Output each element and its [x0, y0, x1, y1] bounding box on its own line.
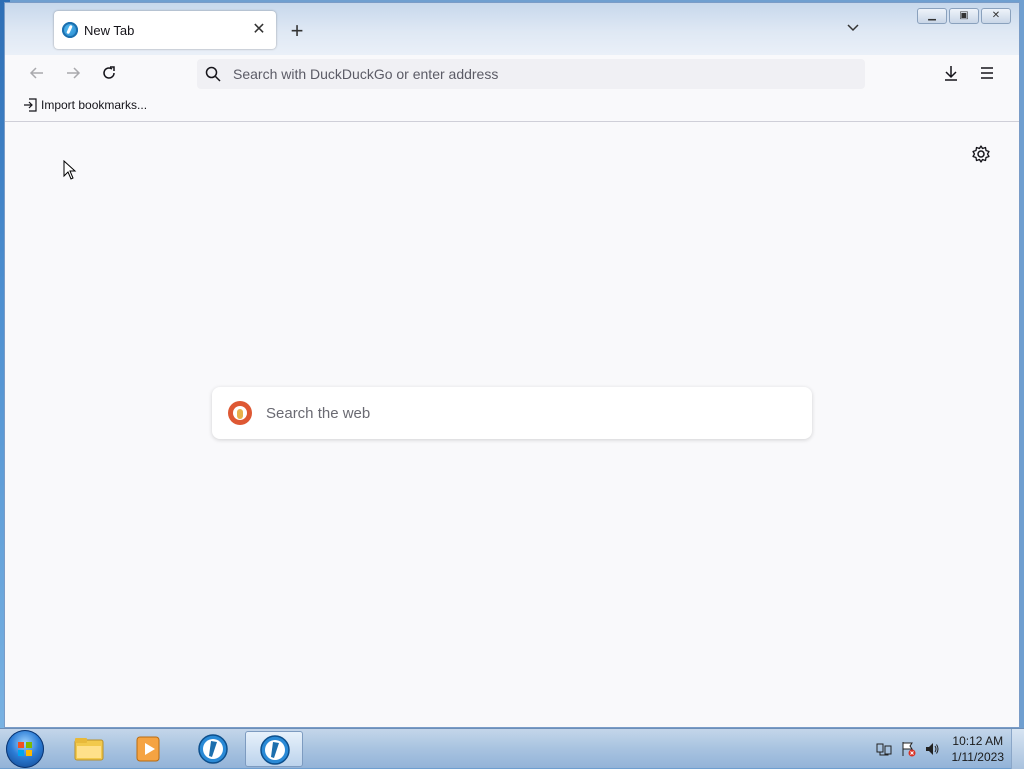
windows-logo-icon: [18, 742, 32, 756]
minimize-button[interactable]: ▁: [917, 8, 947, 24]
address-input[interactable]: [231, 65, 835, 83]
navigation-toolbar: [5, 55, 1019, 93]
taskbar-duckduckgo-browser[interactable]: [184, 731, 242, 767]
volume-icon[interactable]: [924, 741, 940, 757]
list-all-tabs-chevron-down-icon[interactable]: [841, 19, 865, 43]
taskbar: 10:12 AM 1/11/2023: [0, 728, 1024, 769]
reload-button[interactable]: [95, 61, 123, 89]
import-icon: [24, 98, 37, 112]
arrow-left-icon: [29, 67, 43, 79]
import-bookmarks-label: Import bookmarks...: [41, 98, 148, 112]
clock-date: 1/11/2023: [951, 750, 1005, 764]
web-search-input[interactable]: [264, 403, 788, 423]
gear-icon: [972, 145, 990, 163]
folder-icon: [74, 738, 104, 761]
media-player-icon: [136, 736, 160, 762]
download-icon: [945, 66, 957, 81]
window-controls: ▁ ▣ ✕: [917, 8, 1011, 24]
new-tab-page: [5, 122, 1019, 727]
system-tray: 10:12 AM 1/11/2023: [868, 729, 1005, 769]
address-bar[interactable]: [197, 59, 865, 89]
hamburger-menu-icon: [981, 67, 993, 79]
tab-new-tab[interactable]: New Tab ✕: [54, 11, 276, 49]
mouse-cursor-icon: [63, 160, 77, 180]
duckduckgo-browser-icon: [198, 734, 228, 764]
close-tab-icon[interactable]: ✕: [250, 21, 268, 39]
duckduckgo-logo-icon: [228, 401, 252, 425]
search-icon: [205, 66, 221, 82]
start-button[interactable]: [6, 730, 44, 768]
taskbar-windows-explorer[interactable]: [60, 731, 118, 767]
arrow-right-icon: [67, 67, 81, 79]
back-button[interactable]: [23, 61, 51, 89]
newtab-settings-button[interactable]: [971, 144, 991, 164]
taskbar-clock[interactable]: 10:12 AM 1/11/2023: [952, 733, 1005, 765]
network-icon[interactable]: [876, 741, 892, 757]
action-center-flag-icon[interactable]: [900, 741, 916, 757]
show-desktop-button[interactable]: [1011, 729, 1024, 769]
bookmarks-toolbar: Import bookmarks...: [5, 93, 1019, 122]
taskbar-duckduckgo-browser-active[interactable]: [245, 731, 303, 767]
downloads-button[interactable]: [937, 61, 965, 89]
new-tab-button[interactable]: +: [285, 20, 309, 44]
taskbar-media-player[interactable]: [120, 731, 178, 767]
tab-title: New Tab: [84, 22, 135, 38]
duckduckgo-browser-icon: [62, 22, 78, 38]
close-window-button[interactable]: ✕: [981, 8, 1011, 24]
reload-icon: [103, 66, 115, 79]
import-bookmarks-button[interactable]: Import bookmarks...: [23, 98, 147, 112]
web-search-box[interactable]: [212, 387, 812, 439]
clock-time: 10:12 AM: [952, 734, 1004, 748]
duckduckgo-browser-icon: [260, 735, 290, 765]
tab-strip: New Tab ✕ + ▁ ▣ ✕: [5, 3, 1019, 55]
forward-button[interactable]: [59, 61, 87, 89]
app-menu-button[interactable]: [973, 61, 1001, 89]
browser-window: New Tab ✕ + ▁ ▣ ✕ Search with DuckDuckGo…: [4, 2, 1020, 728]
maximize-button[interactable]: ▣: [949, 8, 979, 24]
